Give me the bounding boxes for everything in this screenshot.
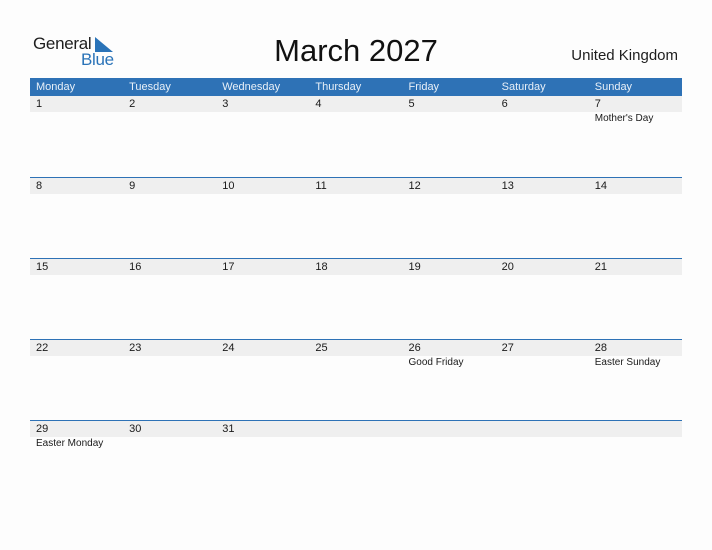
week-row: 22 23 24 25 26 27 28 Good Friday Easter Sunday bbox=[30, 339, 682, 420]
day-number: 22 bbox=[36, 342, 49, 354]
day-number bbox=[309, 421, 402, 437]
holiday-label bbox=[496, 437, 589, 450]
events-row: Mother's Day bbox=[30, 112, 682, 125]
day-number: 23 bbox=[129, 342, 142, 354]
holiday-label: Easter Sunday bbox=[594, 357, 661, 368]
date-strip: 15 16 17 18 19 20 21 bbox=[30, 259, 682, 275]
week-row: 29 30 31 Easter Monday bbox=[30, 420, 682, 501]
date-strip: 22 23 24 25 26 27 28 bbox=[30, 340, 682, 356]
day-number bbox=[496, 421, 589, 437]
day-number: 29 bbox=[36, 423, 49, 435]
holiday-label: Mother's Day bbox=[594, 113, 654, 124]
events-row: Good Friday Easter Sunday bbox=[30, 356, 682, 369]
holiday-label bbox=[216, 437, 309, 450]
holiday-label bbox=[30, 112, 123, 125]
day-number: 9 bbox=[129, 180, 136, 192]
weekday-label: Thursday bbox=[315, 81, 362, 93]
holiday-label bbox=[309, 112, 402, 125]
day-number: 1 bbox=[36, 98, 43, 110]
week-row: 15 16 17 18 19 20 21 bbox=[30, 258, 682, 339]
week-row: 8 9 10 11 12 13 14 bbox=[30, 177, 682, 258]
day-number bbox=[403, 421, 496, 437]
weekday-label: Sunday bbox=[594, 81, 633, 93]
day-number: 16 bbox=[129, 261, 142, 273]
holiday-label bbox=[496, 356, 589, 369]
date-strip: 29 30 31 bbox=[30, 421, 682, 437]
holiday-label bbox=[589, 437, 682, 450]
day-number: 21 bbox=[594, 261, 607, 273]
country-label: United Kingdom bbox=[571, 47, 678, 64]
day-number: 14 bbox=[594, 180, 607, 192]
calendar-grid: Monday Tuesday Wednesday Thursday Friday… bbox=[30, 78, 682, 501]
holiday-label bbox=[30, 356, 123, 369]
day-number: 12 bbox=[408, 180, 421, 192]
day-number bbox=[589, 421, 682, 437]
week-row: 1 2 3 4 5 6 7 Mother's Day bbox=[30, 96, 682, 177]
day-number: 4 bbox=[315, 98, 322, 110]
holiday-label bbox=[216, 356, 309, 369]
weekday-header: Monday Tuesday Wednesday Thursday Friday… bbox=[30, 78, 682, 96]
day-number: 18 bbox=[315, 261, 328, 273]
holiday-label bbox=[216, 112, 309, 125]
day-number: 30 bbox=[129, 423, 142, 435]
day-number: 2 bbox=[129, 98, 136, 110]
day-number: 11 bbox=[315, 180, 327, 192]
weekday-label: Tuesday bbox=[129, 81, 171, 93]
holiday-label: Easter Monday bbox=[36, 438, 104, 449]
day-number: 6 bbox=[501, 98, 508, 110]
day-number: 3 bbox=[222, 98, 229, 110]
weekday-label: Friday bbox=[408, 81, 440, 93]
day-number: 15 bbox=[36, 261, 49, 273]
day-number: 28 bbox=[594, 342, 607, 354]
weekday-label: Monday bbox=[36, 81, 76, 93]
holiday-label: Good Friday bbox=[408, 357, 464, 368]
weekday-label: Wednesday bbox=[222, 81, 281, 93]
holiday-label bbox=[496, 112, 589, 125]
day-number: 24 bbox=[222, 342, 235, 354]
day-number: 31 bbox=[222, 423, 235, 435]
day-number: 13 bbox=[501, 180, 514, 192]
holiday-label bbox=[123, 437, 216, 450]
date-strip: 1 2 3 4 5 6 7 bbox=[30, 96, 682, 112]
day-number: 20 bbox=[501, 261, 514, 273]
day-number: 7 bbox=[594, 98, 601, 110]
holiday-label bbox=[309, 437, 402, 450]
day-number: 10 bbox=[222, 180, 235, 192]
holiday-label bbox=[123, 112, 216, 125]
day-number: 26 bbox=[408, 342, 421, 354]
holiday-label bbox=[123, 356, 216, 369]
holiday-label bbox=[403, 112, 496, 125]
day-number: 17 bbox=[222, 261, 235, 273]
date-strip: 8 9 10 11 12 13 14 bbox=[30, 178, 682, 194]
day-number: 27 bbox=[501, 342, 514, 354]
day-number: 8 bbox=[36, 180, 43, 192]
day-number: 19 bbox=[408, 261, 421, 273]
holiday-label bbox=[403, 437, 496, 450]
events-row: Easter Monday bbox=[30, 437, 682, 450]
day-number: 25 bbox=[315, 342, 328, 354]
day-number: 5 bbox=[408, 98, 415, 110]
weekday-label: Saturday bbox=[501, 81, 546, 93]
holiday-label bbox=[309, 356, 402, 369]
